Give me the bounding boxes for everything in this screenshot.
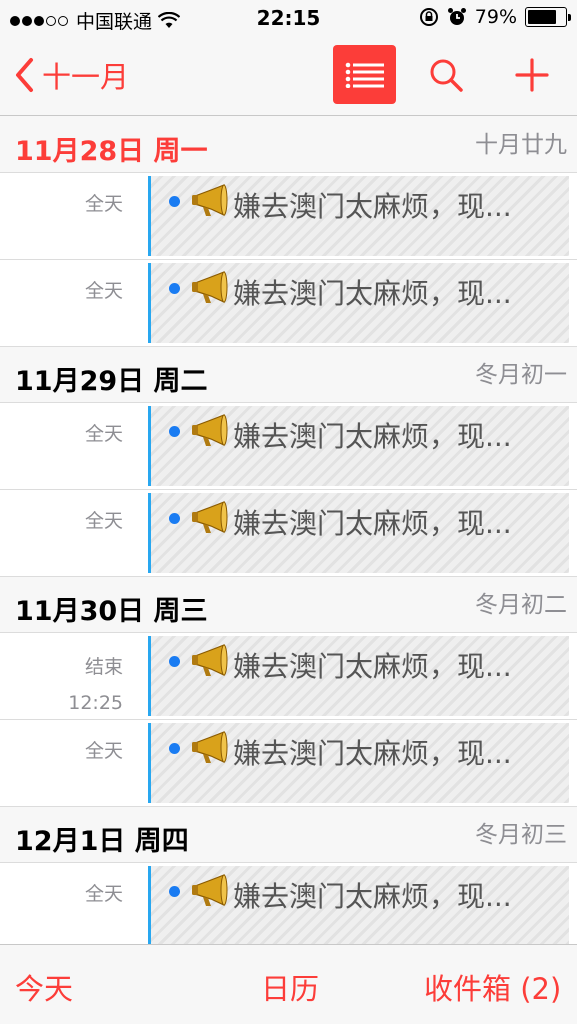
event-block[interactable]: 嫌去澳门太麻烦，现...: [148, 176, 569, 256]
calendars-tab[interactable]: 日历: [261, 966, 319, 1008]
megaphone-icon: [191, 183, 231, 223]
event-title: 嫌去澳门太麻烦，现...: [233, 190, 512, 223]
search-button[interactable]: [426, 55, 466, 95]
event-title: 嫌去澳门太麻烦，现...: [233, 880, 512, 913]
event-row[interactable]: 结束 12:25 嫌去澳门太麻烦，现...: [0, 633, 577, 720]
status-bar: 中国联通 22:15 79%: [0, 0, 577, 38]
event-row[interactable]: 全天 嫌去澳门太麻烦，现...: [0, 403, 577, 490]
battery-icon: [525, 7, 571, 27]
event-time: 全天: [0, 189, 123, 216]
event-time-label: 全天: [84, 423, 123, 445]
event-title: 嫌去澳门太麻烦，现...: [233, 277, 512, 310]
back-button[interactable]: 十一月: [14, 54, 129, 96]
alarm-icon: [447, 8, 466, 25]
megaphone-icon: [191, 730, 231, 770]
event-end-time: 12:25: [68, 692, 123, 714]
megaphone-icon: [191, 643, 231, 683]
day-title: 11月29日 周二: [15, 366, 208, 397]
event-time: 全天: [0, 419, 123, 446]
calendar-dot-icon: [169, 426, 180, 437]
event-time-label: 全天: [84, 280, 123, 302]
event-time: 全天: [0, 506, 123, 533]
search-icon: [430, 59, 463, 92]
event-block[interactable]: 嫌去澳门太麻烦，现...: [148, 723, 569, 803]
day-header: 11月29日 周二 冬月初一: [0, 347, 577, 403]
event-title: 嫌去澳门太麻烦，现...: [233, 650, 512, 683]
nav-bar: 十一月: [0, 38, 577, 116]
battery-percent: 79%: [474, 6, 517, 28]
day-header: 11月28日 周一 十月廿九: [0, 117, 577, 173]
event-row[interactable]: 全天 嫌去澳门太麻烦，现...: [0, 720, 577, 807]
chevron-left-icon: [16, 58, 33, 92]
day-title: 11月28日 周一: [15, 136, 208, 167]
add-event-button[interactable]: [512, 55, 552, 95]
megaphone-icon: [191, 270, 231, 310]
event-time-label: 全天: [84, 740, 123, 762]
plus-icon: [515, 58, 549, 92]
event-time-label: 全天: [84, 883, 123, 905]
megaphone-icon: [191, 873, 231, 913]
event-title: 嫌去澳门太麻烦，现...: [233, 420, 512, 453]
today-tab[interactable]: 今天: [15, 966, 73, 1008]
event-time-label: 结束: [84, 656, 123, 678]
megaphone-icon: [191, 500, 231, 540]
event-row[interactable]: 全天 嫌去澳门太麻烦，现...: [0, 260, 577, 347]
inbox-tab[interactable]: 收件箱 (2): [424, 966, 561, 1008]
event-title: 嫌去澳门太麻烦，现...: [233, 737, 512, 770]
list-icon: [345, 62, 384, 88]
event-time: 结束 12:25: [0, 649, 123, 721]
event-row[interactable]: 全天 嫌去澳门太麻烦，现...: [0, 173, 577, 260]
event-block[interactable]: 嫌去澳门太麻烦，现...: [148, 636, 569, 716]
lunar-date: 冬月初一: [475, 362, 567, 388]
event-time-label: 全天: [84, 193, 123, 215]
list-view-button[interactable]: [333, 45, 396, 104]
event-block[interactable]: 嫌去澳门太麻烦，现...: [148, 866, 569, 944]
event-block[interactable]: 嫌去澳门太麻烦，现...: [148, 263, 569, 343]
event-title: 嫌去澳门太麻烦，现...: [233, 507, 512, 540]
status-right: 79%: [419, 6, 571, 28]
megaphone-icon: [191, 413, 231, 453]
event-time: 全天: [0, 879, 123, 906]
calendar-dot-icon: [169, 196, 180, 207]
rotation-lock-icon: [419, 8, 438, 26]
event-list[interactable]: 11月28日 周一 十月廿九 全天 嫌去澳门太麻烦，现... 全天 嫌去澳门太麻烦，现..…: [0, 117, 577, 944]
day-title: 12月1日 周四: [15, 826, 189, 857]
lunar-date: 冬月初三: [475, 822, 567, 848]
lunar-date: 十月廿九: [475, 132, 567, 158]
event-time: 全天: [0, 736, 123, 763]
battery-level: [528, 10, 557, 24]
event-block[interactable]: 嫌去澳门太麻烦，现...: [148, 493, 569, 573]
calendar-dot-icon: [169, 743, 180, 754]
event-block[interactable]: 嫌去澳门太麻烦，现...: [148, 406, 569, 486]
tab-bar: 今天 日历 收件箱 (2): [0, 944, 577, 1024]
lunar-date: 冬月初二: [475, 592, 567, 618]
calendar-dot-icon: [169, 283, 180, 294]
calendar-dot-icon: [169, 513, 180, 524]
day-header: 12月1日 周四 冬月初三: [0, 807, 577, 863]
calendar-dot-icon: [169, 886, 180, 897]
day-header: 11月30日 周三 冬月初二: [0, 577, 577, 633]
back-label: 十一月: [42, 60, 130, 94]
event-row[interactable]: 全天 嫌去澳门太麻烦，现...: [0, 490, 577, 577]
calendar-dot-icon: [169, 656, 180, 667]
day-title: 11月30日 周三: [15, 596, 208, 627]
event-row[interactable]: 全天 嫌去澳门太麻烦，现...: [0, 863, 577, 944]
event-time: 全天: [0, 276, 123, 303]
event-time-label: 全天: [84, 510, 123, 532]
